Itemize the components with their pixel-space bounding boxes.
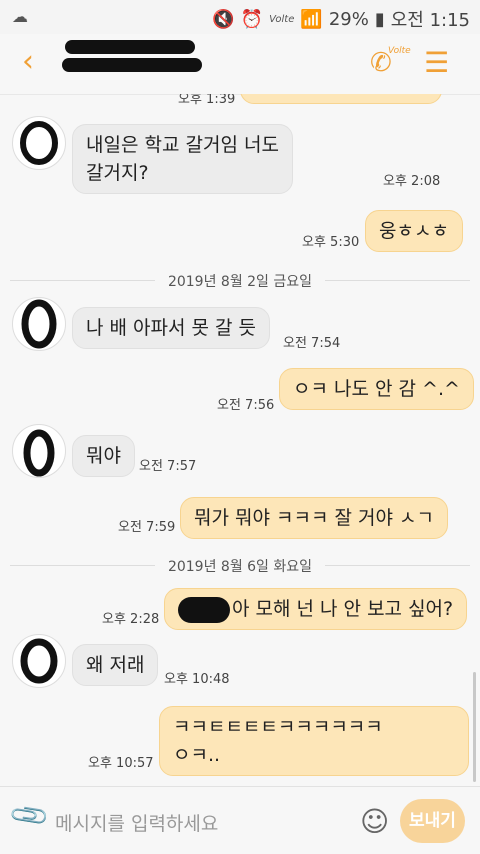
message-time: 오전 7:56 [217, 398, 275, 413]
date-text: 2019년 8월 6일 화요일 [167, 559, 313, 575]
message-time: 오후 10:57 [88, 756, 154, 771]
message-time: 오후 2:28 [102, 612, 160, 627]
status-bar: ☁ 🔇 ⏰ Volte 📶 29% ▮ 오전 1:15 [0, 0, 480, 34]
message-bubble-out[interactable]: 웅ㅎㅅㅎ [365, 210, 463, 252]
cloud-icon: ☁ [12, 7, 28, 26]
message-text: 뭐가 뭐야 ㅋㅋㅋ 잘 거야 ㅅㄱ [194, 507, 434, 529]
avatar-scribble [20, 638, 58, 684]
message-time: 오후 10:48 [164, 672, 230, 687]
redacted-scribble [178, 596, 230, 623]
input-bar: 📎 메시지를 입력하세요 ☺ 보내기 [0, 786, 480, 854]
message-text: 아 모해 넌 나 안 보고 싶어? [232, 598, 454, 620]
redacted-name [65, 40, 195, 54]
chevron-left-icon[interactable]: ‹ [22, 44, 34, 79]
message-text: 뭐야 [86, 445, 121, 467]
avatar[interactable] [12, 634, 66, 688]
volte-call-icon[interactable]: ✆ Volte [370, 46, 411, 78]
message-list[interactable]: 오후 1:39 내일은 학교 갈거임 너도 갈거지? 오후 2:08 웅ㅎㅅㅎ … [0, 94, 480, 786]
message-time: 오후 2:08 [383, 174, 441, 189]
message-time: 오전 7:54 [283, 336, 341, 351]
message-bubble-out[interactable]: ㅋㅋㅌㅌㅌㅌㅋㅋㅋㅋㅋㅋ ㅇㅋ.. [159, 706, 469, 776]
message-bubble-in[interactable]: 왜 저래 [72, 644, 159, 686]
message-bubble-out[interactable] [240, 94, 442, 104]
alarm-icon: ⏰ [240, 8, 264, 30]
message-bubble-out[interactable]: ㅇㅋ 나도 안 감 ^.^ [279, 368, 474, 410]
scrollbar[interactable] [473, 672, 476, 782]
message-text: ㅇㅋ 나도 안 감 ^.^ [293, 378, 460, 400]
date-separator: 2019년 8월 2일 금요일 [0, 271, 480, 291]
battery-icon: ▮ [374, 8, 385, 30]
send-button[interactable]: 보내기 [400, 799, 465, 843]
chat-header: ‹ ✆ Volte ☰ [0, 34, 480, 95]
message-bubble-out[interactable]: 뭐가 뭐야 ㅋㅋㅋ 잘 거야 ㅅㄱ [180, 497, 448, 539]
call-badge: Volte [388, 46, 411, 56]
mute-icon: 🔇 [212, 8, 235, 30]
date-separator: 2019년 8월 6일 화요일 [0, 556, 480, 576]
message-text: 나 배 아파서 못 갈 듯 [86, 317, 257, 339]
message-text: ㅇㅋ.. [173, 744, 221, 766]
message-time: 오전 7:57 [139, 459, 197, 474]
smiley-icon[interactable]: ☺ [360, 805, 389, 838]
message-time: 오후 1:39 [178, 94, 236, 107]
message-bubble-in[interactable]: 뭐야 [72, 435, 135, 477]
message-text: ㅋㅋㅌㅌㅌㅌㅋㅋㅋㅋㅋㅋ [173, 716, 383, 738]
message-text: 웅ㅎㅅㅎ [379, 220, 449, 242]
message-bubble-out[interactable]: 아 모해 넌 나 안 보고 싶어? [164, 588, 468, 630]
clock: 오전 1:15 [390, 10, 470, 31]
wifi-icon: 📶 [300, 8, 323, 30]
message-bubble-in[interactable]: 나 배 아파서 못 갈 듯 [72, 307, 271, 349]
message-input[interactable]: 메시지를 입력하세요 [55, 809, 218, 836]
paperclip-icon[interactable]: 📎 [8, 794, 52, 838]
avatar[interactable] [12, 297, 66, 351]
message-time: 오후 5:30 [302, 235, 360, 250]
status-icons: 🔇 ⏰ Volte 📶 29% ▮ 오전 1:15 [212, 6, 470, 32]
message-time: 오전 7:59 [118, 520, 176, 535]
redacted-name-2 [62, 58, 202, 72]
avatar-scribble [20, 121, 58, 165]
message-text: 왜 저래 [86, 654, 145, 676]
message-text: 갈거지? [86, 162, 149, 184]
message-text: 내일은 학교 갈거임 너도 [86, 134, 279, 156]
volte-label: Volte [269, 13, 295, 25]
avatar[interactable] [12, 424, 66, 478]
avatar-scribble [23, 429, 55, 477]
menu-icon[interactable]: ☰ [424, 46, 449, 79]
message-bubble-in[interactable]: 내일은 학교 갈거임 너도 갈거지? [72, 124, 293, 194]
battery-percent: 29% [328, 8, 369, 30]
avatar[interactable] [12, 116, 66, 170]
date-text: 2019년 8월 2일 금요일 [167, 274, 313, 290]
avatar-scribble [21, 299, 57, 349]
